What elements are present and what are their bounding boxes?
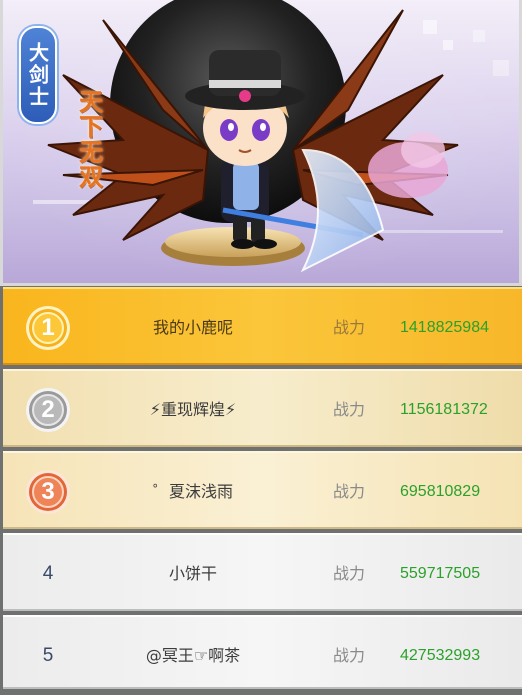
class-badge: 大剑士 (19, 26, 57, 124)
rank-number: 1 (41, 314, 55, 341)
ranking-row-1[interactable]: 1 我的小鹿呢 战力 1418825984 (3, 287, 522, 365)
power-value: 695810829 (400, 483, 481, 500)
player-name: ⚡重现辉煌⚡ (149, 400, 237, 419)
player-name: 小饼干 (168, 564, 217, 583)
ranking-row-5[interactable]: 5 @冥王☞啊茶 战力 427532993 (3, 615, 522, 689)
power-value: 427532993 (400, 647, 481, 664)
player-name: 我的小鹿呢 (152, 318, 233, 337)
power-label: 战力 (333, 564, 366, 583)
player-name: ゜夏沫浅雨 (152, 482, 233, 501)
player-name: @冥王☞啊茶 (145, 646, 241, 665)
power-value: 1418825984 (400, 319, 489, 336)
rank-number: 5 (42, 645, 54, 666)
ranking-row-4[interactable]: 4 小饼干 战力 559717505 (3, 533, 522, 611)
ranking-row-2[interactable]: 2 ⚡重现辉煌⚡ 战力 1156181372 (3, 369, 522, 447)
rank-number: 4 (42, 563, 54, 584)
power-value: 559717505 (400, 565, 481, 582)
power-label: 战力 (333, 400, 366, 419)
power-value: 1156181372 (400, 401, 488, 418)
rank-number: 3 (41, 478, 55, 505)
title-artwork-text: 天下无双 (74, 89, 103, 189)
power-label: 战力 (333, 482, 366, 501)
character-banner: 大剑士 天下无双 (0, 0, 522, 286)
class-badge-label: 大剑士 (25, 42, 50, 108)
ranking-row-3[interactable]: 3 ゜夏沫浅雨 战力 695810829 (3, 451, 522, 529)
rank-number: 2 (41, 396, 55, 423)
power-label: 战力 (333, 646, 366, 665)
title-artwork: 天下无双 (69, 84, 109, 194)
power-label: 战力 (333, 318, 366, 337)
